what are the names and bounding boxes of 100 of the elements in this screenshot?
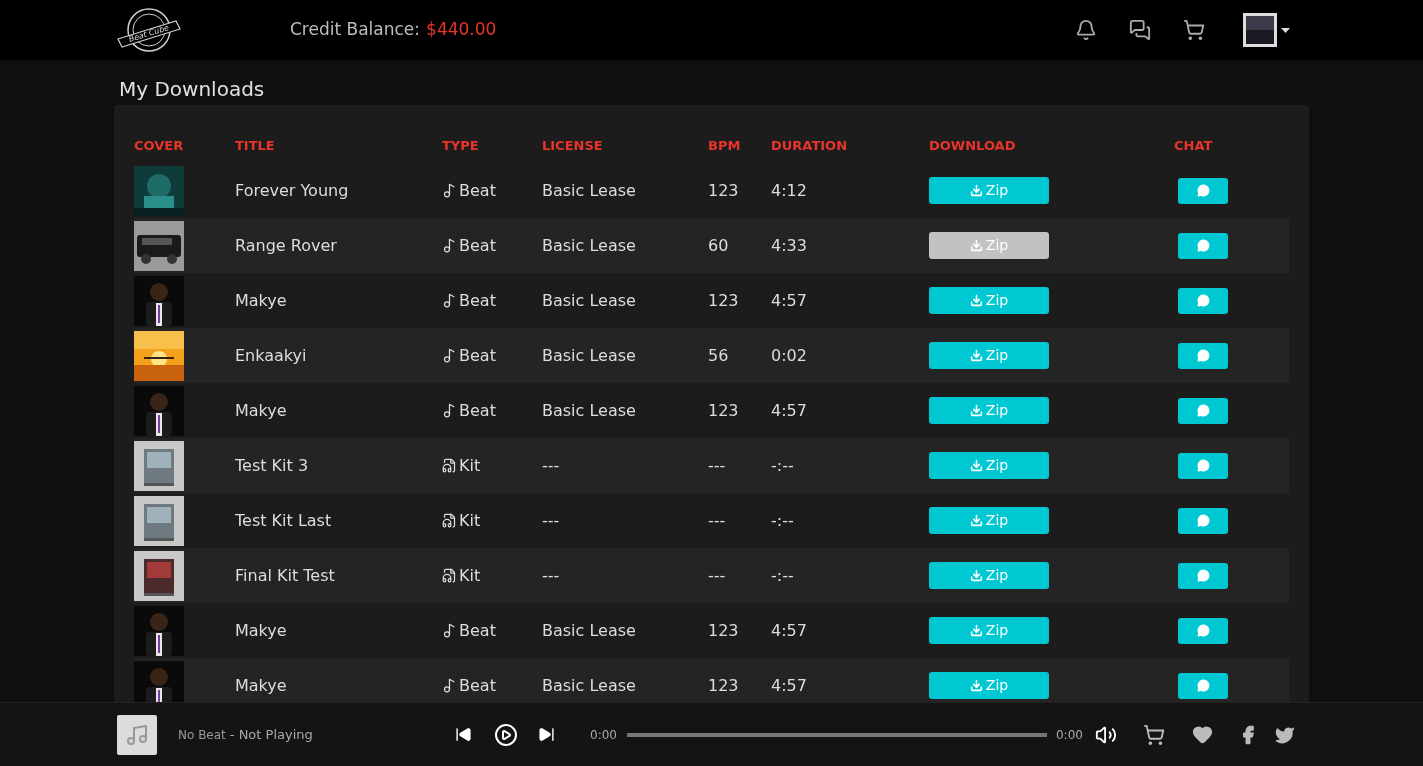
- column-header: DURATION: [771, 137, 848, 155]
- twitter-icon[interactable]: [1274, 724, 1295, 745]
- download-button[interactable]: Zip: [929, 287, 1049, 314]
- chat-icon: [1196, 239, 1210, 252]
- bpm-cell-text: ---: [708, 454, 726, 477]
- duration-cell-text: 0:02: [771, 344, 807, 367]
- title-cell-text: Makye: [235, 674, 287, 697]
- progress-track[interactable]: [626, 732, 1047, 737]
- chat-button[interactable]: [1178, 342, 1228, 369]
- download-icon: [969, 184, 983, 197]
- column-header: TYPE: [442, 137, 479, 155]
- type-cell-text: Kit: [459, 454, 481, 477]
- track-status: - Not Playing: [229, 725, 313, 744]
- column-header: COVER: [134, 137, 184, 155]
- avatar[interactable]: [1243, 13, 1277, 47]
- license-cell-text: ---: [542, 564, 560, 587]
- column-header: DOWNLOAD: [929, 137, 1016, 155]
- title-cell-text: Test Kit Last: [235, 509, 332, 532]
- type-cell-text: Kit: [459, 509, 481, 532]
- audio-file-icon: [442, 513, 457, 528]
- download-icon: [969, 514, 983, 527]
- bpm-cell-text: ---: [708, 564, 726, 587]
- music-note-icon: [442, 238, 457, 253]
- license-cell-text: Basic Lease: [542, 179, 636, 202]
- bpm-cell-text: ---: [708, 509, 726, 532]
- duration-cell-text: 4:57: [771, 399, 807, 422]
- type-cell-text: Beat: [459, 674, 496, 697]
- chat-icon: [1196, 459, 1210, 472]
- download-button[interactable]: Zip: [929, 617, 1049, 644]
- download-icon: [969, 294, 983, 307]
- column-header: LICENSE: [542, 137, 603, 155]
- bpm-cell-text: 56: [708, 344, 729, 367]
- download-button[interactable]: Zip: [929, 177, 1049, 204]
- credit-label: Credit Balance:: [290, 18, 421, 42]
- chat-icon: [1196, 624, 1210, 637]
- download-icon: [969, 349, 983, 362]
- next-icon[interactable]: [538, 726, 555, 743]
- license-cell-text: Basic Lease: [542, 289, 636, 312]
- cart-icon[interactable]: [1142, 723, 1165, 746]
- title-cell-text: Forever Young: [235, 179, 349, 202]
- audio-file-icon: [442, 568, 457, 583]
- download-button[interactable]: Zip: [929, 672, 1049, 699]
- chat-icon[interactable]: [1129, 19, 1151, 41]
- page-title: My Downloads: [118, 76, 266, 103]
- license-cell-text: Basic Lease: [542, 399, 636, 422]
- chat-button[interactable]: [1178, 672, 1228, 699]
- bpm-cell-text: 123: [708, 674, 739, 697]
- total-time: 0:00: [1055, 726, 1083, 744]
- heart-icon[interactable]: [1191, 724, 1213, 745]
- chat-button[interactable]: [1178, 452, 1228, 479]
- license-cell-text: Basic Lease: [542, 619, 636, 642]
- duration-cell-text: 4:12: [771, 179, 807, 202]
- download-button[interactable]: Zip: [929, 507, 1049, 534]
- type-cell-text: Beat: [459, 399, 496, 422]
- chat-button[interactable]: [1178, 397, 1228, 424]
- chat-icon: [1196, 349, 1210, 362]
- download-button[interactable]: Zip: [929, 397, 1049, 424]
- duration-cell-text: 4:57: [771, 619, 807, 642]
- chat-button[interactable]: [1178, 617, 1228, 644]
- download-button[interactable]: Zip: [929, 342, 1049, 369]
- music-note-icon: [442, 183, 457, 198]
- elapsed-time: 0:00: [590, 726, 617, 744]
- download-icon: [969, 624, 983, 637]
- download-icon: [969, 679, 983, 692]
- download-icon: [969, 459, 983, 472]
- title-cell-text: Makye: [235, 399, 287, 422]
- music-note-icon: [442, 623, 457, 638]
- chat-button[interactable]: [1178, 232, 1228, 259]
- title-cell-text: Final Kit Test: [235, 564, 335, 587]
- download-icon: [969, 569, 983, 582]
- download-button[interactable]: Zip: [929, 452, 1049, 479]
- play-icon[interactable]: [494, 722, 518, 747]
- bell-icon[interactable]: [1075, 19, 1097, 41]
- cart-icon[interactable]: [1183, 19, 1205, 41]
- chat-button[interactable]: [1178, 177, 1228, 204]
- license-cell-text: Basic Lease: [542, 234, 636, 257]
- type-cell-text: Beat: [459, 344, 496, 367]
- audio-file-icon: [442, 458, 457, 473]
- chat-icon: [1196, 404, 1210, 417]
- type-cell-text: Kit: [459, 564, 481, 587]
- music-note-icon: [442, 678, 457, 693]
- chat-icon: [1196, 184, 1210, 197]
- title-cell-text: Test Kit 3: [235, 454, 309, 477]
- license-cell-text: Basic Lease: [542, 344, 636, 367]
- type-cell-text: Beat: [459, 619, 496, 642]
- previous-icon[interactable]: [455, 726, 472, 743]
- download-button[interactable]: Zip: [929, 562, 1049, 589]
- caret-icon[interactable]: [1281, 27, 1290, 33]
- chat-button[interactable]: [1178, 562, 1228, 589]
- bpm-cell-text: 123: [708, 289, 739, 312]
- credit-value: $440.00: [426, 18, 497, 42]
- track-name: No Beat: [178, 726, 226, 744]
- chat-button[interactable]: [1178, 507, 1228, 534]
- type-cell-text: Beat: [459, 289, 496, 312]
- license-cell-text: ---: [542, 454, 560, 477]
- chat-button[interactable]: [1178, 287, 1228, 314]
- duration-cell-text: 4:57: [771, 289, 807, 312]
- chat-icon: [1196, 514, 1210, 527]
- column-header: CHAT: [1174, 137, 1213, 155]
- title-cell-text: Enkaakyi: [235, 344, 307, 367]
